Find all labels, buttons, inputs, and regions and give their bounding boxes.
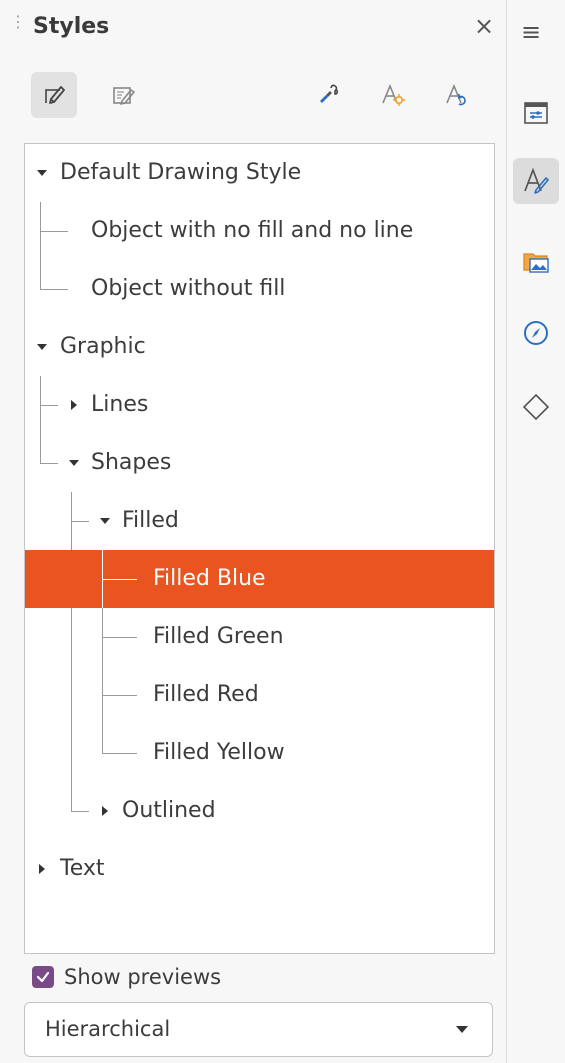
drag-grip-icon[interactable]: ⋮ — [10, 14, 26, 30]
tree-item-label: Filled Yellow — [153, 740, 285, 765]
tree-connector — [102, 579, 137, 580]
styles-icon — [524, 167, 549, 194]
tree-item-filled-red[interactable]: Filled Red — [25, 666, 494, 724]
new-style-icon — [382, 83, 405, 106]
tree-item-default-drawing-style[interactable]: Default Drawing Style — [25, 144, 494, 202]
tree-item-label: Shapes — [91, 450, 172, 475]
sidebar-tabbar: ≡ — [506, 0, 565, 1063]
style-filter-dropdown[interactable]: Hierarchical — [24, 1002, 493, 1057]
expanded-arrow-icon[interactable] — [67, 434, 81, 492]
drawing-styles-icon — [45, 86, 65, 104]
tree-item-label: Filled Green — [153, 624, 284, 649]
show-previews-label[interactable]: Show previews — [64, 962, 221, 992]
style-tree[interactable]: Default Drawing Style Object with no fil… — [24, 143, 495, 954]
sidebar-tab-gallery[interactable] — [513, 238, 559, 284]
fill-format-mode-button[interactable] — [307, 72, 353, 118]
update-style-button[interactable] — [433, 72, 479, 118]
collapsed-arrow-icon[interactable] — [35, 840, 49, 898]
tree-item-label: Graphic — [60, 334, 146, 359]
sidebar-tab-styles[interactable] — [513, 158, 559, 204]
tree-item-label: Object with no fill and no line — [91, 218, 414, 243]
tree-item-label: Filled Blue — [153, 566, 266, 591]
presentation-styles-icon — [113, 87, 135, 105]
tree-item-filled-yellow[interactable]: Filled Yellow — [25, 724, 494, 782]
sidebar-tab-shapes[interactable] — [513, 384, 559, 430]
tree-item-graphic[interactable]: Graphic — [25, 318, 494, 376]
gallery-icon — [523, 253, 549, 273]
new-style-button[interactable] — [369, 72, 415, 118]
expanded-arrow-icon[interactable] — [35, 318, 49, 376]
shapes-icon — [522, 393, 550, 421]
tree-item-label: Outlined — [122, 798, 216, 823]
expanded-arrow-icon[interactable] — [98, 492, 112, 550]
tree-item-label: Lines — [91, 392, 149, 417]
navigator-icon — [524, 321, 548, 345]
tree-item-label: Default Drawing Style — [60, 160, 302, 185]
expanded-arrow-icon[interactable] — [35, 144, 49, 202]
sidebar-tab-properties[interactable] — [513, 90, 559, 136]
tree-item-object-no-fill-no-line[interactable]: Object with no fill and no line — [25, 202, 494, 260]
tree-item-filled-blue[interactable]: Filled Blue — [25, 550, 494, 608]
chevron-down-icon — [456, 1026, 468, 1033]
tree-item-label: Filled — [122, 508, 179, 533]
sidebar-menu-button[interactable]: ≡ — [521, 20, 541, 44]
tree-item-shapes[interactable]: Shapes — [25, 434, 494, 492]
tree-item-filled-green[interactable]: Filled Green — [25, 608, 494, 666]
fill-format-mode-icon — [320, 84, 339, 103]
tree-item-label: Filled Red — [153, 682, 259, 707]
show-previews-checkbox[interactable] — [32, 966, 54, 988]
collapsed-arrow-icon[interactable] — [98, 782, 112, 840]
properties-icon — [524, 102, 548, 124]
styles-deck: ⋮ Styles × Default Drawing Style Object … — [0, 0, 506, 1063]
tree-item-object-without-fill[interactable]: Object without fill — [25, 260, 494, 318]
tree-item-outlined[interactable]: Outlined — [25, 782, 494, 840]
tree-item-label: Object without fill — [91, 276, 286, 301]
sidebar-tab-navigator[interactable] — [513, 310, 559, 356]
tree-item-filled[interactable]: Filled — [25, 492, 494, 550]
close-button[interactable]: × — [470, 12, 498, 40]
panel-title: Styles — [33, 14, 110, 39]
tree-item-text[interactable]: Text — [25, 840, 494, 898]
collapsed-arrow-icon[interactable] — [67, 376, 81, 434]
tree-item-label: Text — [60, 856, 105, 881]
update-style-icon — [446, 83, 466, 106]
style-filter-value: Hierarchical — [45, 1017, 171, 1041]
checkmark-icon — [36, 971, 50, 983]
tree-item-lines[interactable]: Lines — [25, 376, 494, 434]
presentation-styles-button[interactable] — [100, 72, 146, 118]
drawing-styles-button[interactable] — [31, 72, 77, 118]
